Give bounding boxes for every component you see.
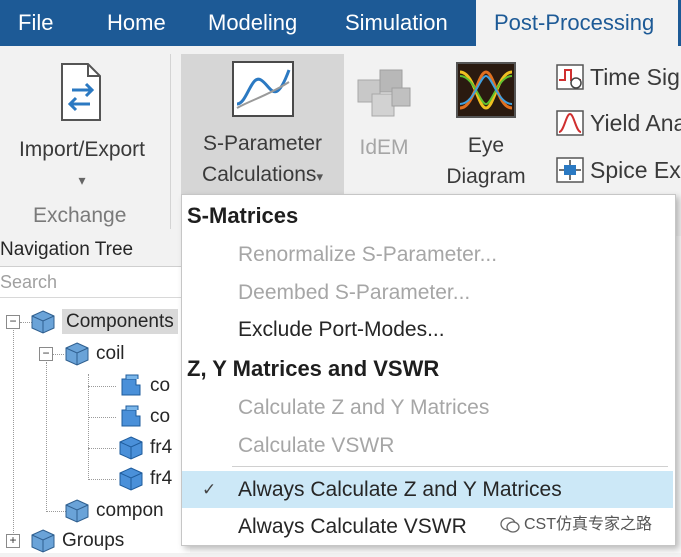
tree-item-coil[interactable]: coil: [64, 338, 125, 370]
tree-connector: [88, 479, 116, 480]
chevron-down-icon: ▾: [78, 172, 86, 188]
tree-connector: [88, 374, 89, 480]
solid-icon: [121, 405, 141, 427]
menu-bar: File Home Modeling Simulation Post-Proce…: [0, 0, 681, 46]
eye-diagram-label-line2: Diagram: [446, 165, 526, 188]
tab-post-processing[interactable]: Post-Processing: [476, 0, 679, 46]
eye-diagram-icon: [456, 62, 516, 118]
s-parameter-chart-icon: [231, 61, 294, 117]
menu-item-renormalize[interactable]: Renormalize S-Parameter...: [182, 236, 673, 273]
menu-item-calculate-vswr[interactable]: Calculate VSWR: [182, 427, 673, 464]
wechat-icon: [500, 517, 520, 533]
tree-connector: [13, 328, 14, 543]
import-export-icon: [61, 63, 101, 121]
chevron-down-icon: ▾: [316, 169, 323, 184]
time-signal-button[interactable]: Time Sig: [556, 59, 680, 95]
menu-separator: [232, 466, 668, 467]
component-cube-icon: [31, 310, 55, 334]
tree-connector: [88, 417, 116, 418]
collapse-toggle[interactable]: −: [6, 315, 20, 329]
yield-analysis-label: Yield Ana: [590, 110, 681, 136]
tree-connector: [88, 386, 116, 387]
tree-connector: [46, 511, 66, 512]
group-cube-icon: [31, 529, 55, 553]
watermark-text: CST仿真专家之路: [524, 516, 653, 533]
tree-connector: [88, 448, 116, 449]
s-parameter-label-line1: S-Parameter: [202, 132, 323, 155]
eye-diagram-button[interactable]: Eye Diagram: [436, 56, 536, 196]
checkmark-icon: ✓: [202, 480, 217, 499]
tree-item-groups[interactable]: Groups: [30, 525, 124, 557]
menu-item-always-calculate-zy[interactable]: ✓ Always Calculate Z and Y Matrices: [182, 471, 673, 508]
tree-item-solid[interactable]: co: [118, 401, 170, 433]
tree-item-solid[interactable]: fr4: [118, 463, 172, 495]
s-parameter-calculations-button[interactable]: S-Parameter Calculations▾: [181, 54, 344, 194]
s-parameter-dropdown-menu: S-Matrices Renormalize S-Parameter... De…: [181, 194, 676, 546]
tab-simulation[interactable]: Simulation: [345, 0, 448, 46]
group-divider: [170, 54, 171, 229]
navigation-tree-title: Navigation Tree: [0, 236, 190, 267]
spice-extraction-icon: [556, 157, 584, 183]
component-cube-icon: [65, 342, 89, 366]
section-header-z-y-matrices: Z, Y Matrices and VSWR: [182, 350, 675, 386]
collapse-toggle[interactable]: −: [39, 347, 53, 361]
solid-icon: [119, 467, 143, 491]
tree-connector: [46, 362, 47, 512]
navigation-tree-panel: Navigation Tree Search − − + Components …: [0, 236, 190, 553]
component-cube-icon: [65, 499, 89, 523]
tab-modeling[interactable]: Modeling: [208, 0, 297, 46]
tree-connector: [52, 354, 64, 355]
import-export-button[interactable]: Import/Export ▾: [6, 56, 158, 196]
tree-item-solid[interactable]: co: [118, 370, 170, 402]
tab-home[interactable]: Home: [107, 0, 166, 46]
menu-item-exclude-port-modes[interactable]: Exclude Port-Modes...: [182, 311, 673, 348]
search-input[interactable]: Search: [0, 267, 188, 298]
expand-toggle[interactable]: +: [6, 534, 20, 548]
solid-icon: [119, 436, 143, 460]
eye-diagram-label-line1: Eye: [467, 134, 505, 157]
menu-item-deembed[interactable]: Deembed S-Parameter...: [182, 274, 673, 311]
idem-cubes-icon: [357, 69, 411, 117]
idem-button[interactable]: IdEM: [347, 56, 421, 176]
tab-file[interactable]: File: [18, 0, 53, 46]
yield-analysis-icon: [556, 110, 584, 136]
yield-analysis-button[interactable]: Yield Ana: [556, 105, 681, 141]
s-parameter-label-line2: Calculations: [202, 163, 317, 186]
idem-label: IdEM: [359, 136, 409, 159]
tree-item-component[interactable]: compon: [64, 495, 164, 527]
exchange-group-label: Exchange: [33, 204, 127, 227]
section-header-s-matrices: S-Matrices: [182, 197, 675, 233]
solid-icon: [121, 374, 141, 396]
spice-extraction-button[interactable]: Spice Ext: [556, 152, 681, 188]
time-signal-label: Time Sig: [590, 64, 680, 90]
tree-item-solid[interactable]: fr4: [118, 432, 172, 464]
tree-item-components[interactable]: Components: [30, 306, 178, 338]
time-signal-icon: [556, 64, 584, 90]
watermark: CST仿真专家之路: [500, 510, 652, 534]
menu-item-label: Always Calculate Z and Y Matrices: [238, 478, 562, 501]
spice-extraction-label: Spice Ext: [590, 157, 681, 183]
menu-item-calculate-zy[interactable]: Calculate Z and Y Matrices: [182, 389, 673, 426]
import-export-label: Import/Export: [18, 138, 146, 161]
